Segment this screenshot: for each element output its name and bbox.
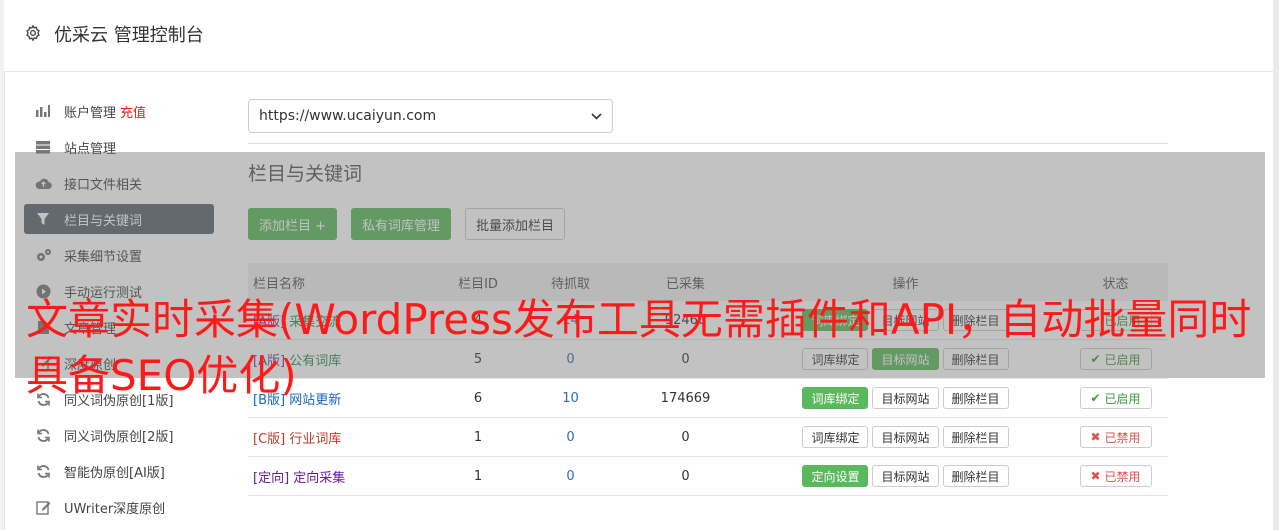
row-ops: 词库绑定 目标网站 删除栏目 [748, 426, 1063, 448]
row-ops: 定向设置 目标网站 删除栏目 [748, 465, 1063, 487]
column-name[interactable]: [C版] 行业词库 [248, 428, 438, 447]
target-site-button[interactable]: 目标网站 [872, 426, 939, 448]
status-label: 已禁用 [1104, 469, 1141, 484]
column-name-text: 行业词库 [289, 431, 342, 447]
promo-banner-text: 文章实时采集(WordPress发布工具无需插件和API，自动批量同时具备SEO… [26, 295, 1252, 400]
column-name-text: 定向采集 [293, 470, 346, 486]
row-status: ✖ 已禁用 [1063, 465, 1168, 487]
version-tag: [C版] [253, 431, 286, 447]
scrollbar[interactable] [1273, 0, 1279, 530]
status-label: 已禁用 [1104, 430, 1141, 445]
sidebar-item-label: 账户管理 [64, 105, 117, 121]
top-bar: 优采云 管理控制台 [4, 0, 1274, 72]
version-tag: [定向] [253, 470, 290, 486]
column-name[interactable]: [定向] 定向采集 [248, 467, 438, 486]
app-title: 优采云 管理控制台 [54, 25, 204, 46]
main-content: https://www.ucaiyun.com 栏目与关键词 添加栏目 + 私有… [248, 99, 1168, 496]
refresh-icon [34, 462, 52, 480]
table-row: [C版] 行业词库 1 0 0 词库绑定 目标网站 删除栏目 ✖ 已禁用 [248, 418, 1168, 457]
sidebar-item-synonym-v2[interactable]: 同义词伪原创[2版] [24, 420, 214, 450]
sidebar-item-uwriter[interactable]: UWriter深度原创 [24, 492, 214, 522]
refresh-icon [34, 426, 52, 444]
pending-count[interactable]: 0 [518, 469, 623, 484]
delete-column-button[interactable]: 删除栏目 [942, 426, 1009, 448]
directed-settings-button[interactable]: 定向设置 [802, 465, 869, 487]
column-id: 1 [473, 429, 483, 445]
site-select[interactable]: https://www.ucaiyun.com [248, 99, 613, 133]
sidebar-item-label: 智能伪原创[AI版] [64, 465, 165, 481]
site-select-value: https://www.ucaiyun.com [259, 108, 437, 124]
divider [248, 143, 1168, 144]
status-toggle[interactable]: ✖ 已禁用 [1079, 465, 1152, 487]
target-site-button[interactable]: 目标网站 [872, 465, 939, 487]
done-count: 0 [681, 429, 690, 445]
pencil-icon [34, 498, 52, 516]
sidebar-item-label: UWriter深度原创 [64, 501, 166, 517]
recharge-link[interactable]: 充值 [120, 102, 146, 121]
chevron-down-icon [591, 108, 602, 124]
close-icon: ✖ [1090, 469, 1101, 483]
sidebar-item-label: 同义词伪原创[2版] [64, 429, 174, 445]
lexicon-bind-button[interactable]: 词库绑定 [802, 426, 869, 448]
done-count: 0 [681, 468, 690, 484]
sidebar-item-ai-original[interactable]: 智能伪原创[AI版] [24, 456, 214, 486]
row-status: ✖ 已禁用 [1063, 426, 1168, 448]
table-row: [定向] 定向采集 1 0 0 定向设置 目标网站 删除栏目 ✖ 已禁用 [248, 457, 1168, 496]
status-toggle[interactable]: ✖ 已禁用 [1079, 426, 1152, 448]
column-id: 1 [473, 468, 483, 484]
sidebar-item-account[interactable]: 账户管理 充值 [24, 96, 214, 126]
gear-icon [24, 24, 42, 42]
close-icon: ✖ [1090, 430, 1101, 444]
pending-count[interactable]: 0 [518, 430, 623, 445]
bar-chart-icon [34, 102, 52, 120]
delete-column-button[interactable]: 删除栏目 [942, 465, 1009, 487]
